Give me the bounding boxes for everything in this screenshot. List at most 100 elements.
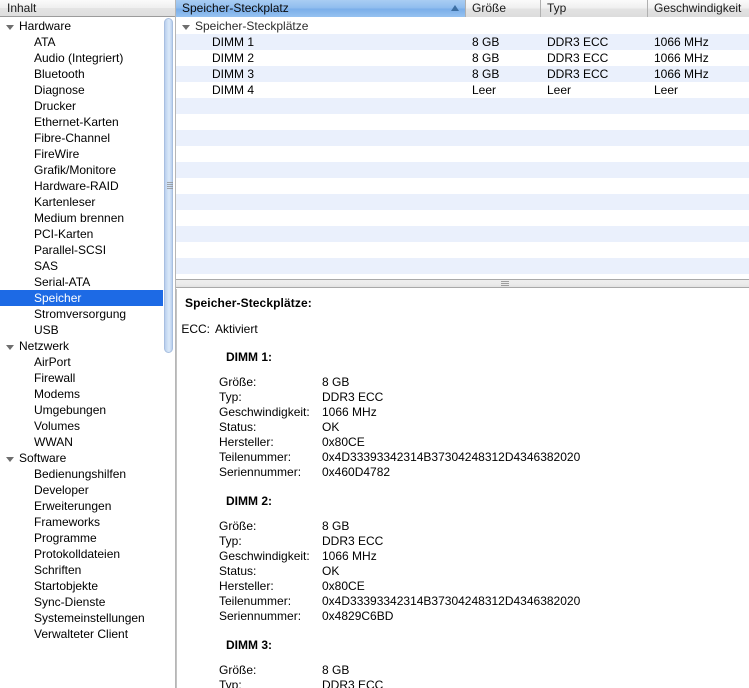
sidebar-scrollbar-thumb[interactable] bbox=[164, 18, 173, 353]
table-row[interactable]: DIMM 4 Leer Leer Leer bbox=[176, 82, 749, 98]
sidebar-item-label: Systemeinstellungen bbox=[34, 611, 145, 625]
sidebar-item-airport[interactable]: AirPort bbox=[0, 354, 175, 370]
detail-field-value: 0x460D4782 bbox=[322, 465, 391, 479]
sidebar-item-label: Modems bbox=[34, 387, 81, 401]
table-body[interactable]: Speicher-Steckplätze DIMM 1 8 GB DDR3 ECC 1… bbox=[176, 18, 749, 280]
detail-field-speed: Geschwindigkeit: 1066 MHz bbox=[177, 405, 749, 420]
sidebar-item-kartenleser[interactable]: Kartenleser bbox=[0, 194, 175, 210]
detail-field-value: 0x4D33393342314B37304248312D4346382020 bbox=[322, 450, 581, 464]
column-header-speed[interactable]: Geschwindigkeit bbox=[648, 0, 749, 17]
splitter-grip-icon bbox=[501, 281, 509, 287]
detail-field-label: Teilenummer: bbox=[219, 594, 292, 608]
detail-field-label: Hersteller: bbox=[219, 579, 274, 593]
sidebar-item-label: Erweiterungen bbox=[34, 499, 112, 513]
sidebar-item-speicher[interactable]: Speicher bbox=[0, 290, 165, 306]
detail-dimm-heading: DIMM 1: bbox=[226, 350, 272, 364]
sidebar-item-label: Parallel-SCSI bbox=[34, 243, 107, 257]
sidebar-item-startobjekte[interactable]: Startobjekte bbox=[0, 578, 175, 594]
detail-dimm-block: DIMM 3:Größe:8 GBTyp:DDR3 ECCGeschwindig… bbox=[177, 638, 749, 688]
table-empty-row bbox=[176, 130, 749, 146]
sidebar-item-drucker[interactable]: Drucker bbox=[0, 98, 175, 114]
sidebar-item-serial-ata[interactable]: Serial-ATA bbox=[0, 274, 175, 290]
sidebar-item-ethernet-karten[interactable]: Ethernet-Karten bbox=[0, 114, 175, 130]
sidebar-item-volumes[interactable]: Volumes bbox=[0, 418, 175, 434]
table-header-row: Speicher-Steckplatz Größe Typ Geschwindi… bbox=[176, 0, 749, 17]
detail-field-value: 1066 MHz bbox=[322, 405, 377, 419]
table-cell-size: 8 GB bbox=[472, 51, 500, 65]
detail-field-label: Typ: bbox=[219, 390, 242, 404]
sidebar-item-hardware-raid[interactable]: Hardware-RAID bbox=[0, 178, 175, 194]
sidebar-item-firewall[interactable]: Firewall bbox=[0, 370, 175, 386]
sidebar-item-verwalteter-client[interactable]: Verwalteter Client bbox=[0, 626, 175, 642]
sidebar-item-audio-integriert[interactable]: Audio (Integriert) bbox=[0, 50, 175, 66]
sidebar-item-label: Volumes bbox=[34, 419, 81, 433]
table-group-row-label: Speicher-Steckplätze bbox=[195, 19, 309, 33]
sidebar-item-modems[interactable]: Modems bbox=[0, 386, 175, 402]
system-profiler-window: Inhalt Hardware ATA Audio (Integriert) Blue… bbox=[0, 0, 749, 688]
table-cell-type: DDR3 ECC bbox=[547, 51, 609, 65]
table-row[interactable]: DIMM 2 8 GB DDR3 ECC 1066 MHz bbox=[176, 50, 749, 66]
sidebar-item-ata[interactable]: ATA bbox=[0, 34, 175, 50]
sidebar-item-label: Kartenleser bbox=[34, 195, 96, 209]
table-row[interactable]: DIMM 3 8 GB DDR3 ECC 1066 MHz bbox=[176, 66, 749, 82]
detail-field-value: DDR3 ECC bbox=[322, 534, 384, 548]
pane-splitter[interactable] bbox=[176, 280, 749, 288]
table-cell-slot: DIMM 3 bbox=[212, 67, 254, 81]
sidebar-item-developer[interactable]: Developer bbox=[0, 482, 175, 498]
column-header-type[interactable]: Typ bbox=[541, 0, 648, 17]
sidebar-item-software[interactable]: Software bbox=[0, 450, 175, 466]
sidebar-item-hardware[interactable]: Hardware bbox=[0, 18, 175, 34]
sidebar-item-parallel-scsi[interactable]: Parallel-SCSI bbox=[0, 242, 175, 258]
table-cell-size: Leer bbox=[472, 83, 497, 97]
table-cell-speed: 1066 MHz bbox=[654, 35, 709, 49]
table-row[interactable]: DIMM 1 8 GB DDR3 ECC 1066 MHz bbox=[176, 34, 749, 50]
sidebar-item-systemeinstellungen[interactable]: Systemeinstellungen bbox=[0, 610, 175, 626]
disclosure-triangle-down-icon[interactable] bbox=[6, 344, 14, 350]
sidebar-item-usb[interactable]: USB bbox=[0, 322, 175, 338]
table-group-row[interactable]: Speicher-Steckplätze bbox=[176, 18, 749, 34]
disclosure-triangle-down-icon[interactable] bbox=[6, 456, 14, 462]
sidebar-item-sync-dienste[interactable]: Sync-Dienste bbox=[0, 594, 175, 610]
sidebar-item-label: Hardware bbox=[19, 19, 72, 33]
sidebar-item-umgebungen[interactable]: Umgebungen bbox=[0, 402, 175, 418]
sidebar-scrollbar[interactable] bbox=[163, 18, 174, 688]
sidebar-item-erweiterungen[interactable]: Erweiterungen bbox=[0, 498, 175, 514]
detail-field-label: Typ: bbox=[219, 678, 242, 688]
detail-field-label: Hersteller: bbox=[219, 435, 274, 449]
sidebar-header-label: Inhalt bbox=[7, 1, 37, 15]
sidebar-item-pci-karten[interactable]: PCI-Karten bbox=[0, 226, 175, 242]
sidebar-item-firewire[interactable]: FireWire bbox=[0, 146, 175, 162]
sidebar-item-label: Medium brennen bbox=[34, 211, 125, 225]
sidebar-item-sas[interactable]: SAS bbox=[0, 258, 175, 274]
table-cell-size: 8 GB bbox=[472, 35, 500, 49]
sidebar-item-grafik-monitore[interactable]: Grafik/Monitore bbox=[0, 162, 175, 178]
detail-field-list: Größe: 8 GB Typ: DDR3 ECC Geschwindigkeit: 10… bbox=[177, 519, 749, 624]
sidebar-item-wwan[interactable]: WWAN bbox=[0, 434, 175, 450]
detail-field-type: Typ: DDR3 ECC bbox=[177, 390, 749, 405]
detail-field-status: Status: OK bbox=[177, 564, 749, 579]
column-header-slot[interactable]: Speicher-Steckplatz bbox=[176, 0, 466, 17]
sidebar-item-netzwerk[interactable]: Netzwerk bbox=[0, 338, 175, 354]
sidebar-item-frameworks[interactable]: Frameworks bbox=[0, 514, 175, 530]
column-header-slot-label: Speicher-Steckplatz bbox=[182, 1, 289, 15]
detail-field-value: 8 GB bbox=[322, 663, 350, 677]
disclosure-triangle-down-icon[interactable] bbox=[182, 24, 190, 30]
sidebar-item-bedienungshilfen[interactable]: Bedienungshilfen bbox=[0, 466, 175, 482]
sidebar-item-stromversorgung[interactable]: Stromversorgung bbox=[0, 306, 175, 322]
detail-field-value: OK bbox=[322, 564, 340, 578]
column-header-size[interactable]: Größe bbox=[466, 0, 541, 17]
detail-field-label: Geschwindigkeit: bbox=[219, 405, 310, 419]
sidebar-list[interactable]: Hardware ATA Audio (Integriert) Bluetooth Di… bbox=[0, 18, 175, 688]
disclosure-triangle-down-icon[interactable] bbox=[6, 24, 14, 30]
sidebar-item-fibre-channel[interactable]: Fibre-Channel bbox=[0, 130, 175, 146]
sidebar-item-bluetooth[interactable]: Bluetooth bbox=[0, 66, 175, 82]
sidebar-item-label: USB bbox=[34, 323, 59, 337]
sidebar-item-schriften[interactable]: Schriften bbox=[0, 562, 175, 578]
sidebar-item-medium-brennen[interactable]: Medium brennen bbox=[0, 210, 175, 226]
sort-ascending-icon bbox=[451, 5, 459, 11]
detail-field-part-number: Teilenummer: 0x4D33393342314B37304248312D… bbox=[177, 594, 749, 609]
sidebar-item-protokolldateien[interactable]: Protokolldateien bbox=[0, 546, 175, 562]
detail-field-manufacturer: Hersteller: 0x80CE bbox=[177, 579, 749, 594]
sidebar-item-diagnose[interactable]: Diagnose bbox=[0, 82, 175, 98]
sidebar-item-programme[interactable]: Programme bbox=[0, 530, 175, 546]
